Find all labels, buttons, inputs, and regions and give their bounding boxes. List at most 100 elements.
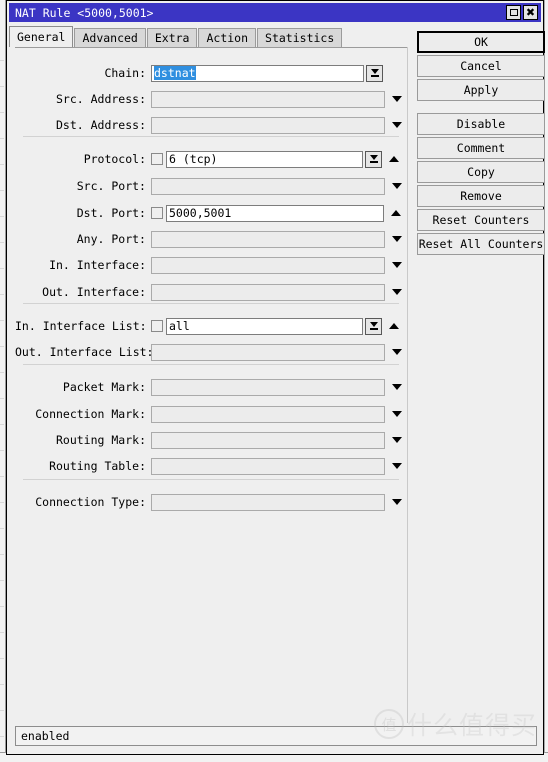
field-input-routing-table — [151, 457, 385, 475]
tab-extra[interactable]: Extra — [146, 28, 198, 47]
dropdown-bar — [369, 161, 378, 163]
reset-counters-button[interactable]: Reset Counters — [417, 209, 545, 231]
triangle-down-icon — [391, 183, 402, 189]
expand-arrow-routing-table[interactable] — [391, 463, 402, 469]
field-row-any-port: Any. Port: — [15, 228, 407, 250]
dropdown-button-protocol[interactable] — [365, 150, 382, 168]
dropdown-bar — [370, 75, 379, 77]
field-label-in-interface: In. Interface: — [49, 258, 146, 272]
tab-action[interactable]: Action — [198, 28, 257, 47]
cancel-button[interactable]: Cancel — [417, 55, 545, 77]
comment-button[interactable]: Comment — [417, 137, 545, 159]
apply-button[interactable]: Apply — [417, 79, 545, 101]
field-input-packet-mark — [151, 378, 385, 396]
triangle-up-icon — [390, 210, 401, 216]
field-label-out-interface-list: Out. Interface List: — [15, 345, 154, 359]
field-label-connection-mark: Connection Mark: — [35, 407, 146, 421]
field-label-packet-mark: Packet Mark: — [62, 380, 146, 394]
field-label-chain: Chain: — [104, 66, 146, 80]
group-separator — [23, 303, 399, 304]
field-row-protocol: Protocol: 6 (tcp) — [15, 148, 407, 170]
expand-arrow-dst-address[interactable] — [391, 122, 402, 128]
expand-arrow-packet-mark[interactable] — [391, 384, 402, 390]
field-row-connection-mark: Connection Mark: — [15, 403, 407, 425]
tab-label: General — [17, 30, 66, 44]
negate-checkbox-protocol[interactable] — [151, 153, 163, 165]
chevron-down-icon — [370, 69, 379, 75]
nat-rule-dialog: NAT Rule <5000,5001> ✖ General Advanced Ex… — [6, 0, 545, 755]
field-input-chain[interactable]: dstnat — [151, 64, 364, 82]
field-input-in-interface — [151, 256, 385, 274]
field-label-in-interface-list: In. Interface List: — [15, 319, 147, 333]
triangle-down-icon — [391, 463, 402, 469]
field-row-chain: Chain: dstnat — [15, 62, 407, 84]
expand-arrow-any-port[interactable] — [391, 236, 402, 242]
expand-arrow-connection-type[interactable] — [391, 499, 402, 505]
field-row-routing-table: Routing Table: — [15, 455, 407, 477]
expand-arrow-out-interface-list[interactable] — [391, 349, 402, 355]
triangle-down-icon — [391, 349, 402, 355]
expand-arrow-src-address[interactable] — [391, 96, 402, 102]
copy-button[interactable]: Copy — [417, 161, 545, 183]
triangle-down-icon — [391, 262, 402, 268]
field-row-in-interface-list: In. Interface List: all — [15, 315, 407, 337]
tab-label: Advanced — [82, 31, 138, 45]
negate-checkbox-in-interface-list[interactable] — [151, 320, 163, 332]
expand-arrow-out-interface[interactable] — [391, 289, 402, 295]
tab-statistics[interactable]: Statistics — [257, 28, 343, 47]
collapse-arrow-dst-port[interactable] — [390, 210, 401, 216]
triangle-down-icon — [391, 122, 402, 128]
disable-button[interactable]: Disable — [417, 113, 545, 135]
field-input-src-port — [151, 177, 385, 195]
general-tab-panel: Chain: dstnat Src. Address: Dst. Address: Pr… — [15, 47, 407, 723]
dropdown-button-in-interface-list[interactable] — [365, 317, 382, 335]
dropdown-button-chain[interactable] — [366, 64, 383, 82]
group-separator — [23, 364, 399, 365]
window-controls: ✖ — [506, 5, 541, 20]
triangle-down-icon — [391, 289, 402, 295]
field-row-routing-mark: Routing Mark: — [15, 429, 407, 451]
field-row-out-interface: Out. Interface: — [15, 281, 407, 303]
ok-button[interactable]: OK — [417, 31, 545, 53]
collapse-arrow-in-interface-list[interactable] — [388, 323, 399, 329]
negate-checkbox-dst-port[interactable] — [151, 207, 163, 219]
title-bar[interactable]: NAT Rule <5000,5001> ✖ — [9, 3, 541, 22]
triangle-down-icon — [391, 384, 402, 390]
button-label: Reset All Counters — [418, 237, 544, 251]
triangle-down-icon — [391, 437, 402, 443]
tab-advanced[interactable]: Advanced — [74, 28, 146, 47]
field-input-routing-mark — [151, 431, 385, 449]
chevron-down-icon — [369, 155, 378, 161]
expand-arrow-in-interface[interactable] — [391, 262, 402, 268]
field-label-dst-address: Dst. Address: — [55, 118, 146, 132]
expand-arrow-routing-mark[interactable] — [391, 437, 402, 443]
field-row-out-interface-list: Out. Interface List: — [15, 341, 407, 363]
button-label: Apply — [463, 83, 499, 97]
expand-arrow-src-port[interactable] — [391, 183, 402, 189]
field-value: 6 (tcp) — [169, 151, 218, 166]
expand-arrow-connection-mark[interactable] — [391, 411, 402, 417]
reset-all-counters-button[interactable]: Reset All Counters — [417, 233, 545, 255]
status-bar: enabled — [15, 726, 537, 746]
field-row-in-interface: In. Interface: — [15, 254, 407, 276]
window-title: NAT Rule <5000,5001> — [15, 5, 154, 20]
field-input-protocol[interactable]: 6 (tcp) — [166, 150, 363, 168]
close-icon[interactable]: ✖ — [523, 5, 538, 20]
tab-general[interactable]: General — [9, 26, 74, 47]
field-row-dst-address: Dst. Address: — [15, 114, 407, 136]
tab-label: Statistics — [265, 31, 335, 45]
field-input-dst-port[interactable]: 5000,5001 — [166, 204, 384, 222]
remove-button[interactable]: Remove — [417, 185, 545, 207]
group-separator — [23, 136, 399, 137]
collapse-arrow-protocol[interactable] — [388, 156, 399, 162]
button-label: Remove — [460, 189, 502, 203]
field-value: dstnat — [154, 65, 196, 80]
field-label-src-address: Src. Address: — [55, 92, 146, 106]
triangle-down-icon — [391, 96, 402, 102]
field-label-any-port: Any. Port: — [76, 232, 146, 246]
tab-label: Extra — [154, 31, 190, 45]
field-input-src-address — [151, 90, 385, 108]
field-input-in-interface-list[interactable]: all — [166, 317, 363, 335]
maximize-icon[interactable] — [506, 5, 521, 20]
field-label-routing-table: Routing Table: — [49, 459, 146, 473]
